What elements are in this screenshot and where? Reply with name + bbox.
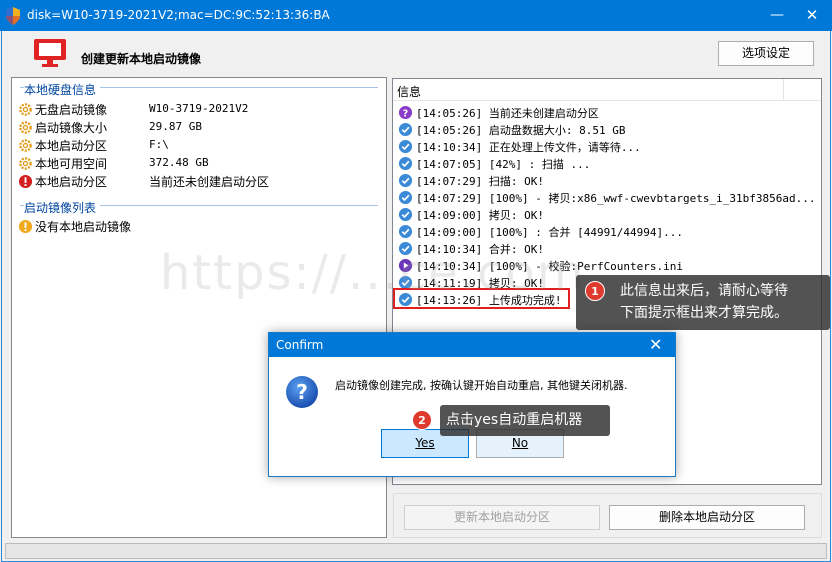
log-text: [14:07:29] [100%] - 拷贝:x86_wwf-cwevbtarg… <box>416 192 816 205</box>
log-text: [14:09:00] [100%] : 合并 [44991/44994]... <box>416 226 684 239</box>
check-icon <box>398 122 413 137</box>
log-text: [14:05:26] 当前还未创建启动分区 <box>416 107 599 120</box>
column-header-info[interactable]: 信息 <box>397 83 421 100</box>
dialog-title-bar: Confirm ✕ <box>269 333 675 357</box>
disk-info-value: 29.87 GB <box>149 120 202 133</box>
gear-icon <box>19 103 32 116</box>
image-list-group-label: 启动镜像列表 <box>24 199 101 216</box>
disk-info-label: 启动镜像大小 <box>35 121 108 135</box>
log-text: [14:07:05] [42%] : 扫描 ... <box>416 158 591 171</box>
dialog-close-button[interactable]: ✕ <box>649 335 662 354</box>
gear-icon <box>19 121 32 134</box>
callout-text: 下面提示框出来才算完成。 <box>620 305 788 321</box>
callout-2: 2 点击yes自动重启机器 <box>412 405 610 436</box>
question-icon: ? <box>398 105 413 119</box>
question-icon: ? <box>286 376 318 408</box>
disk-info-value: 372.48 GB <box>149 156 209 169</box>
dialog-message: 启动镜像创建完成, 按确认键开始自动重启, 其他键关闭机器. <box>335 379 628 392</box>
page-title: 创建更新本地启动镜像 <box>81 52 202 66</box>
svg-text:?: ? <box>296 380 308 404</box>
disk-info-label: 本地启动分区 <box>35 139 108 153</box>
disk-info-value: 当前还未创建启动分区 <box>149 175 270 189</box>
gear-icon <box>19 157 32 170</box>
warning-icon <box>18 219 33 234</box>
close-button[interactable]: ✕ <box>795 0 829 31</box>
log-text: [14:07:29] 扫描: OK! <box>416 175 544 188</box>
gear-icon <box>19 139 32 152</box>
monitor-icon <box>34 39 66 67</box>
log-text: [14:10:34] 正在处理上传文件，请等待... <box>416 141 641 154</box>
yes-label: Yes <box>415 436 435 450</box>
title-bar: disk=W10-3719-2021V2;mac=DC:9C:52:13:36:… <box>0 0 832 31</box>
disk-info-label: 无盘启动镜像 <box>35 103 108 117</box>
options-button[interactable]: 选项设定 <box>718 41 814 66</box>
delete-partition-button[interactable]: 删除本地启动分区 <box>609 505 805 530</box>
watermark: https://...ce.com <box>160 245 586 301</box>
column-separator[interactable] <box>783 79 784 101</box>
minimize-button[interactable]: — <box>760 0 794 31</box>
check-icon <box>398 224 413 239</box>
log-list-header: 信息 <box>393 79 821 101</box>
callout-number: 2 <box>412 410 432 430</box>
callout-text: 此信息出来后，请耐心等待 <box>620 283 788 299</box>
error-icon <box>18 174 33 189</box>
check-icon <box>398 207 413 222</box>
callout-number: 1 <box>585 281 605 301</box>
local-disk-group-label: 本地硬盘信息 <box>24 81 101 98</box>
disk-info-label: 本地可用空间 <box>35 157 108 171</box>
update-partition-button[interactable]: 更新本地启动分区 <box>404 505 600 530</box>
check-icon <box>398 156 413 171</box>
disk-info-value: F:\ <box>149 138 169 151</box>
callout-text: 点击yes自动重启机器 <box>446 412 583 428</box>
svg-text:?: ? <box>403 108 408 119</box>
no-label: No <box>511 436 529 450</box>
check-icon <box>398 190 413 205</box>
image-list-label: 没有本地启动镜像 <box>35 220 132 234</box>
log-text: [14:05:26] 启动盘数据大小: 8.51 GB <box>416 124 626 137</box>
callout-1: 1 此信息出来后，请耐心等待 下面提示框出来才算完成。 <box>576 275 830 330</box>
check-icon <box>398 173 413 188</box>
status-bar <box>5 543 827 559</box>
disk-info-label: 本地启动分区 <box>35 175 108 189</box>
disk-info-value: W10-3719-2021V2 <box>149 102 249 115</box>
check-icon <box>398 139 413 154</box>
shield-icon <box>6 7 20 25</box>
window-title: disk=W10-3719-2021V2;mac=DC:9C:52:13:36:… <box>27 8 330 22</box>
log-text: [14:09:00] 拷贝: OK! <box>416 209 544 222</box>
dialog-title: Confirm <box>276 338 324 352</box>
